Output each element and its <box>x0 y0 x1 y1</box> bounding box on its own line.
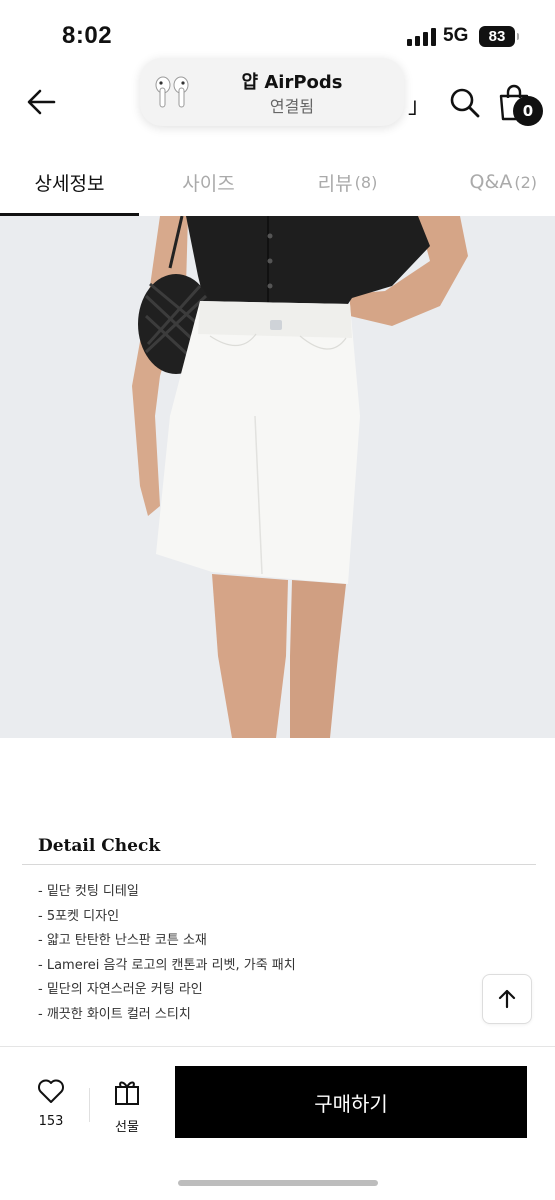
gift-label: 선물 <box>115 1120 139 1135</box>
tab-bar: 상세정보 사이즈 리뷰 (8) Q&A (2) <box>0 148 555 216</box>
status-time: 8:02 <box>62 22 113 49</box>
gift-icon <box>115 1081 139 1105</box>
cart-count-badge: 0 <box>513 96 543 126</box>
tab-label: 상세정보 <box>34 172 105 195</box>
tab-size[interactable]: 사이즈 <box>139 148 278 216</box>
divider <box>22 864 536 865</box>
divider <box>0 1046 555 1047</box>
gift-button[interactable]: 선물 <box>104 1078 150 1135</box>
home-indicator[interactable] <box>178 1180 378 1186</box>
detail-item: - 밑단 컷팅 디테일 <box>38 884 139 899</box>
like-button[interactable]: 153 <box>28 1078 74 1129</box>
detail-item: - 얇고 탄탄한 난스판 코튼 소재 <box>38 933 207 948</box>
tab-label: 리뷰 <box>317 172 353 195</box>
tab-count: (2) <box>514 172 537 192</box>
arrow-up-icon <box>498 989 516 1009</box>
tab-count: (8) <box>354 172 378 192</box>
tab-qna[interactable]: Q&A (2) <box>417 148 555 216</box>
detail-item: - 깨끗한 화이트 컬러 스티치 <box>38 1006 191 1022</box>
divider <box>89 1088 90 1122</box>
detail-item: - 밑단의 자연스러운 커팅 라인 <box>38 982 203 997</box>
scroll-to-top-button[interactable] <box>482 974 532 1024</box>
detail-item: - 5포켓 디자인 <box>38 908 120 924</box>
buy-button[interactable]: 구매하기 <box>175 1066 527 1138</box>
back-arrow-icon[interactable] <box>24 84 60 120</box>
tab-detail[interactable]: 상세정보 <box>0 148 139 216</box>
battery-icon: 83 <box>479 26 519 47</box>
search-icon[interactable] <box>448 86 482 120</box>
detail-item: - Lamerei 음각 로고의 캔톤과 리벳, 가죽 패치 <box>38 957 296 973</box>
airpods-popup[interactable]: 얍 AirPods 연결됨 <box>140 58 404 126</box>
airpods-title: 얍 AirPods <box>241 72 343 93</box>
detail-title: Detail Check <box>38 836 161 856</box>
detail-list: - 밑단 컷팅 디테일 - 5포켓 디자인 - 얇고 탄탄한 난스판 코튼 소재… <box>38 882 296 1029</box>
tab-label: 사이즈 <box>182 172 235 195</box>
header-partial-text: 」 <box>408 94 431 119</box>
product-image <box>0 216 555 738</box>
network-type: 5G <box>443 25 469 46</box>
airpods-status: 연결됨 <box>269 97 315 116</box>
signal-icon <box>407 28 436 46</box>
airpods-icon <box>155 76 189 108</box>
tab-label: Q&A <box>469 171 513 193</box>
heart-icon <box>38 1079 64 1103</box>
tab-reviews[interactable]: 리뷰 (8) <box>278 148 417 216</box>
like-count: 153 <box>38 1114 64 1129</box>
